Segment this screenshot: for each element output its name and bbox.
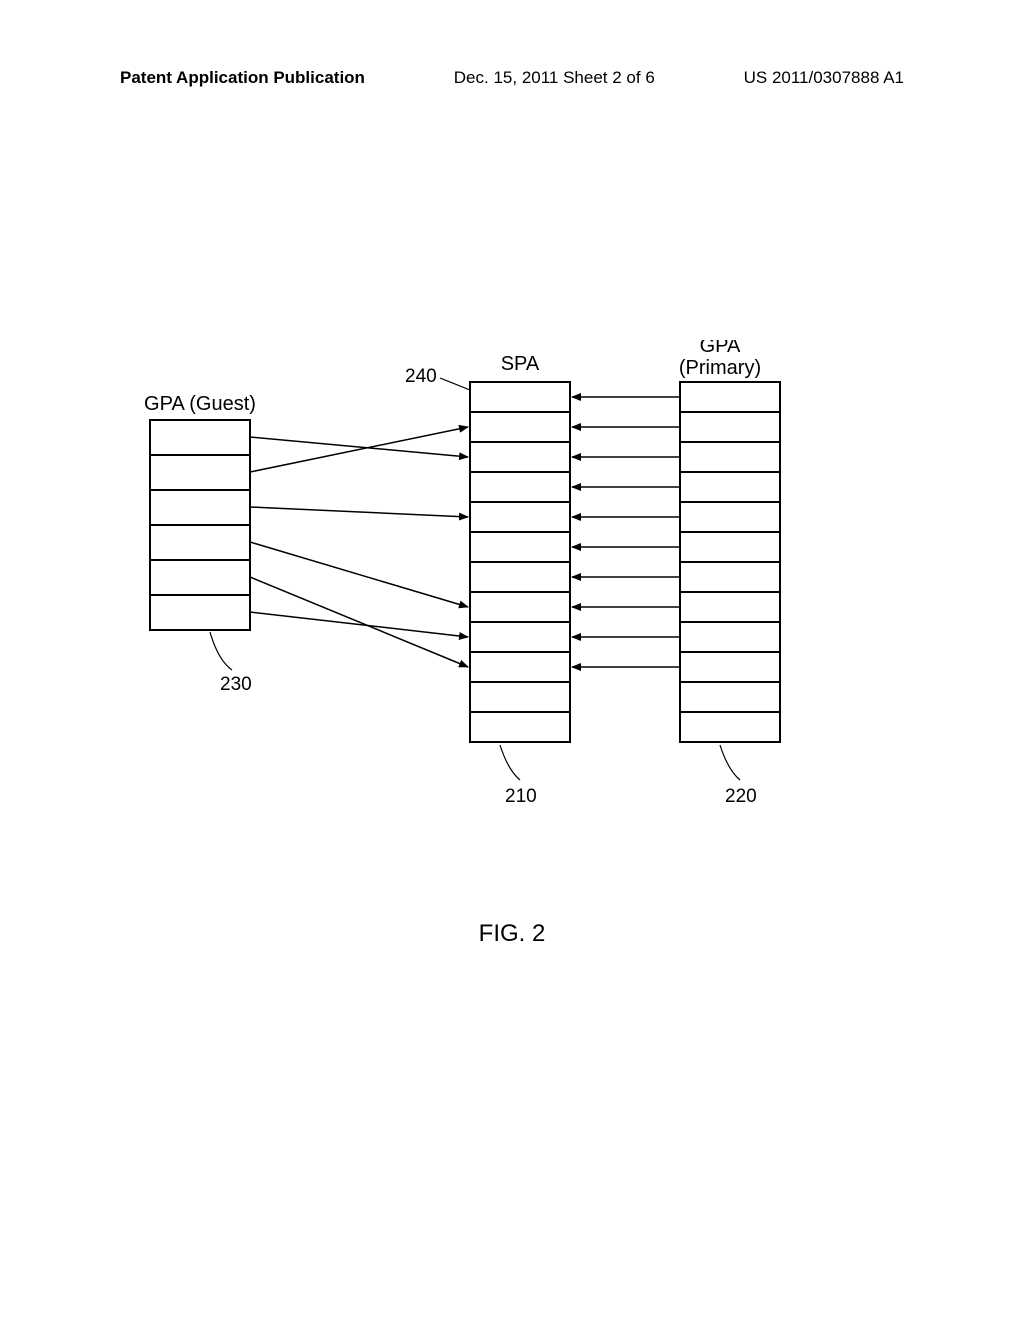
callout-220: 220 — [720, 745, 757, 807]
callout-230: 230 — [210, 632, 252, 695]
guest-to-spa-edges — [250, 427, 468, 667]
header-right: US 2011/0307888 A1 — [744, 68, 904, 88]
spa-label: SPA — [501, 353, 540, 375]
header-center: Dec. 15, 2011 Sheet 2 of 6 — [454, 68, 655, 88]
gpa-guest-block — [150, 420, 250, 630]
gpa-primary-label-line1: GPA — [700, 340, 741, 357]
gpa-primary-block — [680, 382, 780, 742]
figure-caption: FIG. 2 — [0, 920, 1024, 948]
svg-text:230: 230 — [220, 674, 252, 695]
page-header: Patent Application Publication Dec. 15, … — [0, 68, 1024, 88]
svg-text:220: 220 — [725, 786, 757, 807]
spa-block — [470, 382, 570, 742]
gpa-primary-label-line2: (Primary) — [679, 357, 761, 379]
gpa-guest-label: GPA (Guest) — [144, 393, 256, 415]
header-left: Patent Application Publication — [120, 68, 365, 88]
callout-240: 240 — [405, 366, 470, 390]
primary-to-spa-edges — [572, 397, 680, 667]
svg-text:210: 210 — [505, 786, 537, 807]
svg-text:240: 240 — [405, 366, 437, 387]
callout-210: 210 — [500, 745, 537, 807]
address-mapping-diagram: GPA (Guest) SPA GPA (Primary) — [0, 340, 1024, 900]
